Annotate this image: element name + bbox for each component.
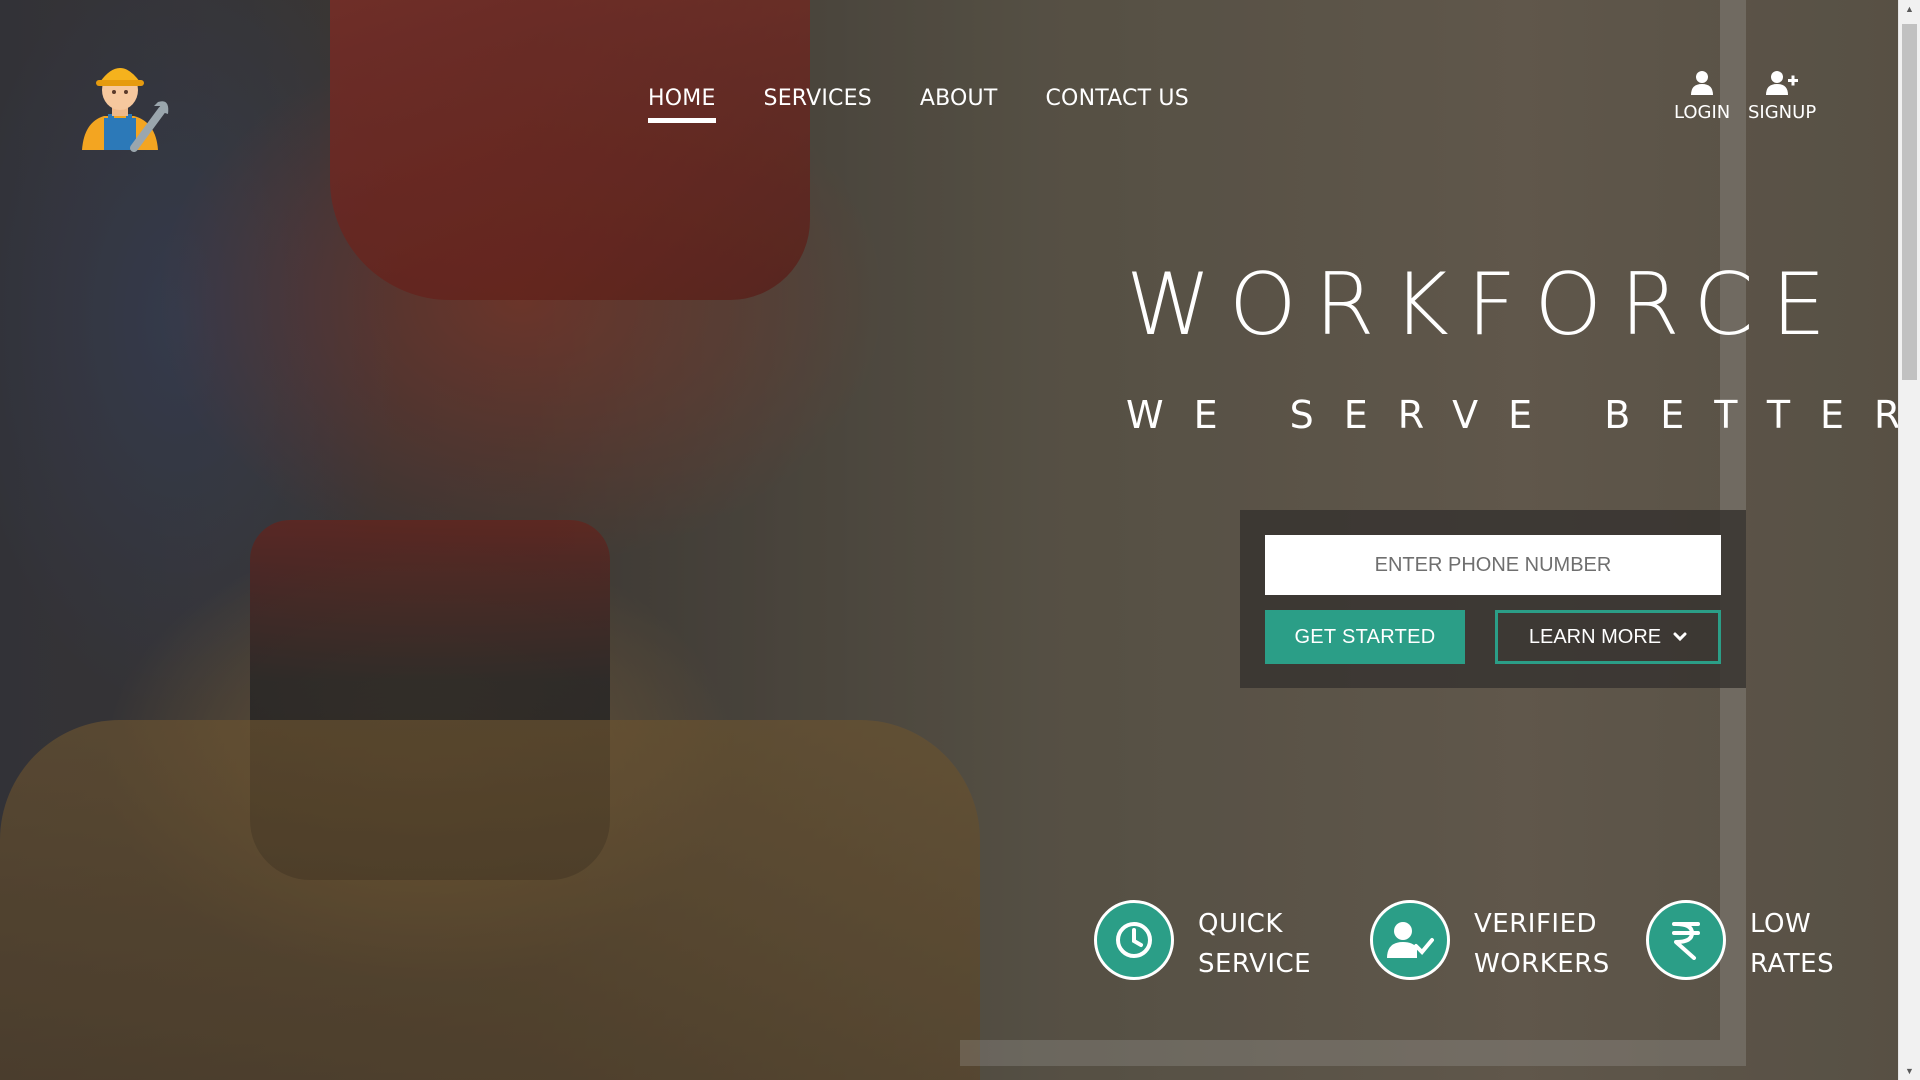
learn-more-label: LEARN MORE: [1528, 625, 1662, 648]
get-started-button[interactable]: GET STARTED: [1265, 610, 1465, 664]
feature-title: QUICK: [1198, 909, 1283, 939]
scroll-up-arrow-icon[interactable]: ▲: [1899, 0, 1920, 18]
nav-about[interactable]: ABOUT: [920, 86, 998, 123]
feature-subtitle: RATES: [1750, 949, 1835, 979]
feature-subtitle: WORKERS: [1474, 949, 1610, 979]
clock-icon: [1094, 900, 1174, 980]
feature-verified-workers: VERIFIED WORKERS: [1370, 900, 1610, 984]
scroll-thumb[interactable]: [1902, 24, 1917, 380]
chevron-down-icon: [1673, 632, 1687, 642]
feature-subtitle: SERVICE: [1198, 949, 1312, 979]
learn-more-button[interactable]: LEARN MORE: [1495, 610, 1721, 664]
feature-title: LOW: [1750, 909, 1812, 939]
user-icon: [1691, 71, 1714, 95]
rupee-icon: [1646, 900, 1726, 980]
nav-contact-us[interactable]: CONTACT US: [1046, 86, 1189, 123]
hero-subtitle: WE SERVE BETTER: [1126, 393, 1920, 437]
nav-services[interactable]: SERVICES: [764, 86, 872, 123]
phone-number-input[interactable]: [1265, 535, 1721, 595]
hero-title: WORKFORCE: [1126, 255, 1844, 355]
feature-low-rates: LOW RATES: [1646, 900, 1834, 984]
signup-link[interactable]: SIGNUP: [1748, 70, 1816, 123]
feature-quick-service: QUICK SERVICE: [1094, 900, 1311, 984]
login-label: LOGIN: [1674, 102, 1731, 123]
scroll-down-arrow-icon[interactable]: ▼: [1899, 1062, 1920, 1080]
feature-title: VERIFIED: [1474, 909, 1598, 939]
nav-home[interactable]: HOME: [648, 86, 716, 123]
main-nav: HOME SERVICES ABOUT CONTACT US: [648, 86, 1237, 123]
worker-logo-icon[interactable]: [74, 52, 174, 152]
verified-user-icon: [1370, 900, 1450, 980]
user-plus-icon: [1766, 71, 1799, 95]
signup-label: SIGNUP: [1748, 102, 1817, 123]
login-link[interactable]: LOGIN: [1674, 70, 1730, 123]
page-scrollbar[interactable]: ▲ ▼: [1898, 0, 1920, 1080]
cta-panel: GET STARTED LEARN MORE: [1240, 510, 1746, 688]
